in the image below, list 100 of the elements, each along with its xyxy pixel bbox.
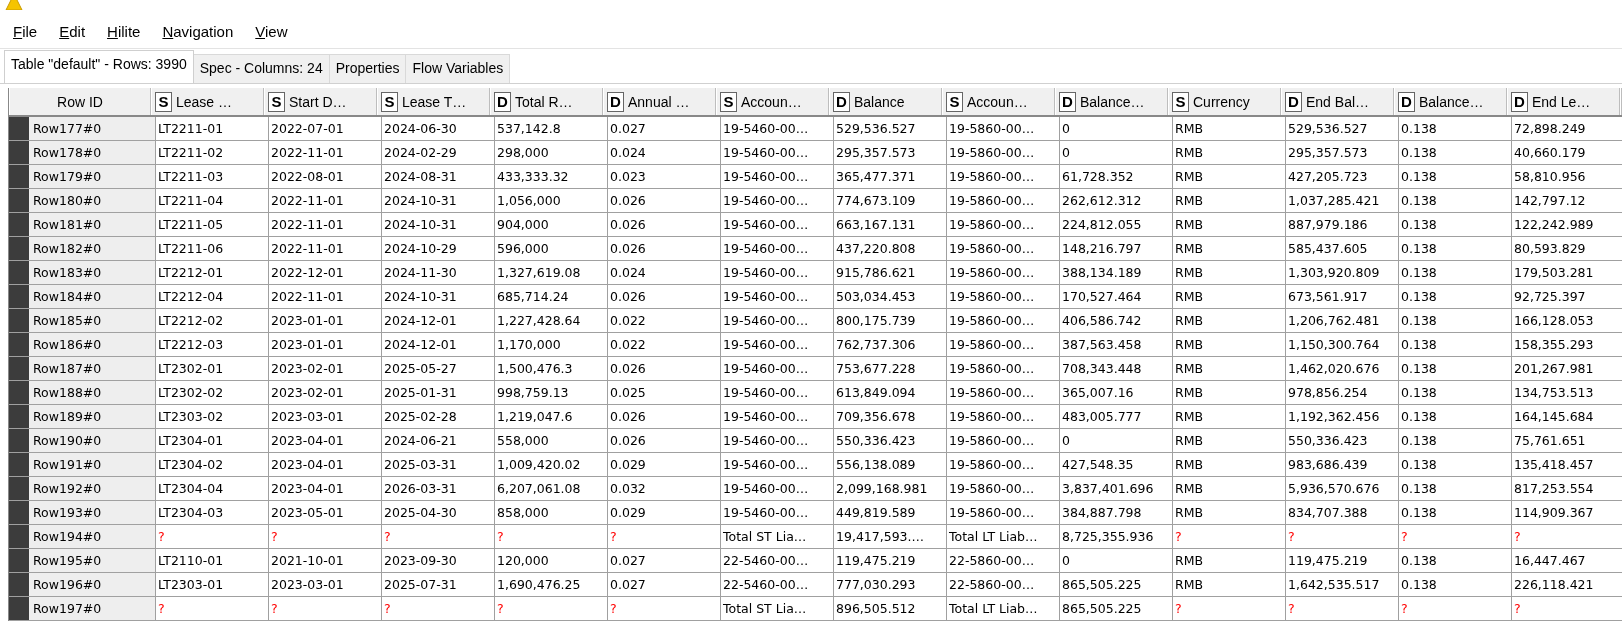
table-cell: 201,267.981 — [1514, 361, 1594, 376]
menu-item[interactable]: Navigation — [162, 22, 234, 40]
row-id-cell[interactable]: Row185#0 — [29, 309, 155, 332]
table-cell: 166,128.053 — [1514, 313, 1594, 328]
row-id-cell[interactable]: Row177#0 — [29, 117, 155, 140]
table-cell: ? — [1401, 529, 1408, 544]
column-header[interactable]: D Balance… — [1394, 88, 1507, 115]
row-id-cell[interactable]: Row184#0 — [29, 285, 155, 308]
table-cell: 295,357.573 — [836, 145, 916, 160]
table-cell: 0.027 — [610, 553, 646, 568]
table-cell: LT2303-02 — [158, 409, 224, 424]
table-cell: 19-5860-00… — [949, 289, 1035, 304]
table-cell: 2024-02-29 — [384, 145, 457, 160]
table-cell: RMB — [1175, 241, 1204, 256]
row-id-cell[interactable]: Row180#0 — [29, 189, 155, 212]
table-cell: 1,219,047.6 — [497, 409, 573, 424]
menu-item[interactable]: View — [255, 22, 288, 40]
column-header[interactable]: S Lease … — [151, 88, 264, 115]
table-cell: 19-5460-00… — [723, 145, 809, 160]
table-cell: 537,142.8 — [497, 121, 561, 136]
tab[interactable]: Properties — [328, 54, 407, 83]
table-cell: LT2211-01 — [158, 121, 224, 136]
table-cell: 800,175.739 — [836, 313, 916, 328]
table-cell: 19-5860-00… — [949, 337, 1035, 352]
table-cell: 1,327,619.08 — [497, 265, 581, 280]
row-id-cell[interactable]: Row192#0 — [29, 477, 155, 500]
column-header[interactable]: D Balance — [829, 88, 942, 115]
menu-item[interactable]: Edit — [59, 22, 86, 40]
table-cell: 1,303,920.809 — [1288, 265, 1380, 280]
row-id-cell[interactable]: Row191#0 — [29, 453, 155, 476]
row-id-cell[interactable]: Row194#0 — [29, 525, 155, 548]
table-cell: 0.024 — [610, 265, 646, 280]
column-header[interactable]: S Currency — [1168, 88, 1281, 115]
row-id-cell[interactable]: Row187#0 — [29, 357, 155, 380]
table-cell: 585,437.605 — [1288, 241, 1368, 256]
row-marker-icon — [9, 333, 29, 356]
table-cell: 298,000 — [497, 145, 549, 160]
column-header[interactable]: D Balance… — [1055, 88, 1168, 115]
table-cell: 365,477.371 — [836, 169, 916, 184]
table-cell: 2024-11-30 — [384, 265, 457, 280]
table-cell: ? — [384, 529, 391, 544]
table-cell: 1,192,362.456 — [1288, 409, 1380, 424]
row-marker-icon — [9, 117, 29, 140]
row-id-cell[interactable]: Row196#0 — [29, 573, 155, 596]
row-id-cell[interactable]: Row193#0 — [29, 501, 155, 524]
table-cell: 0.029 — [610, 457, 646, 472]
row-id-cell[interactable]: Row183#0 — [29, 261, 155, 284]
table-cell: RMB — [1175, 457, 1204, 472]
column-header[interactable]: D End Le… — [1507, 88, 1620, 115]
table-cell: 2025-04-30 — [384, 505, 457, 520]
row-id-cell[interactable]: Row197#0 — [29, 597, 155, 620]
table-cell: 19-5460-00… — [723, 433, 809, 448]
tab[interactable]: Table "default" - Rows: 3990 — [4, 50, 194, 83]
table-cell: 2026-03-31 — [384, 481, 457, 496]
column-header[interactable]: D Total R… — [490, 88, 603, 115]
menu-item[interactable]: File — [13, 22, 38, 40]
table-cell: 22-5860-00… — [949, 553, 1035, 568]
row-id-cell[interactable]: Row181#0 — [29, 213, 155, 236]
column-name: Annual … — [628, 93, 690, 110]
table-cell: Total LT Liab… — [949, 601, 1038, 616]
column-header[interactable]: D Annual … — [603, 88, 716, 115]
table-cell: 865,505.225 — [1062, 601, 1142, 616]
column-header[interactable]: D End Bal… — [1281, 88, 1394, 115]
table-cell: 550,336.423 — [1288, 433, 1368, 448]
table-cell: Total LT Liab… — [949, 529, 1038, 544]
row-id-cell[interactable]: Row182#0 — [29, 237, 155, 260]
table-cell: 762,737.306 — [836, 337, 916, 352]
table-cell: 427,548.35 — [1062, 457, 1134, 472]
row-id-cell[interactable]: Row195#0 — [29, 549, 155, 572]
table-cell: ? — [384, 601, 391, 616]
column-header[interactable]: S Start D… — [264, 88, 377, 115]
tab[interactable]: Spec - Columns: 24 — [192, 54, 330, 83]
table-cell: 865,505.225 — [1062, 577, 1142, 592]
column-header[interactable]: Row ID — [9, 88, 151, 115]
table-cell: 753,677.228 — [836, 361, 916, 376]
row-id-cell[interactable]: Row179#0 — [29, 165, 155, 188]
table-cell: 19-5860-00… — [949, 409, 1035, 424]
column-header[interactable]: S Accoun… — [942, 88, 1055, 115]
row-marker-icon — [9, 429, 29, 452]
table-cell: 387,563.458 — [1062, 337, 1142, 352]
table-cell: 2024-10-31 — [384, 193, 457, 208]
table-cell: 817,253.554 — [1514, 481, 1594, 496]
row-marker-icon — [9, 357, 29, 380]
table-cell: 2023-04-01 — [271, 457, 344, 472]
row-id-cell[interactable]: Row189#0 — [29, 405, 155, 428]
column-header[interactable]: S Accoun… — [716, 88, 829, 115]
table-cell: 0.026 — [610, 289, 646, 304]
row-id-cell[interactable]: Row188#0 — [29, 381, 155, 404]
table-cell: 19-5860-00… — [949, 481, 1035, 496]
table-cell: RMB — [1175, 217, 1204, 232]
table-cell: 0.138 — [1401, 193, 1437, 208]
column-header[interactable]: S Lease T… — [377, 88, 490, 115]
row-id-cell[interactable]: Row186#0 — [29, 333, 155, 356]
table-cell: 179,503.281 — [1514, 265, 1594, 280]
menu-item[interactable]: Hilite — [107, 22, 141, 40]
row-id-cell[interactable]: Row190#0 — [29, 429, 155, 452]
table-cell: 998,759.13 — [497, 385, 569, 400]
row-id-cell[interactable]: Row178#0 — [29, 141, 155, 164]
table-cell: 406,586.742 — [1062, 313, 1142, 328]
tab[interactable]: Flow Variables — [405, 54, 511, 83]
